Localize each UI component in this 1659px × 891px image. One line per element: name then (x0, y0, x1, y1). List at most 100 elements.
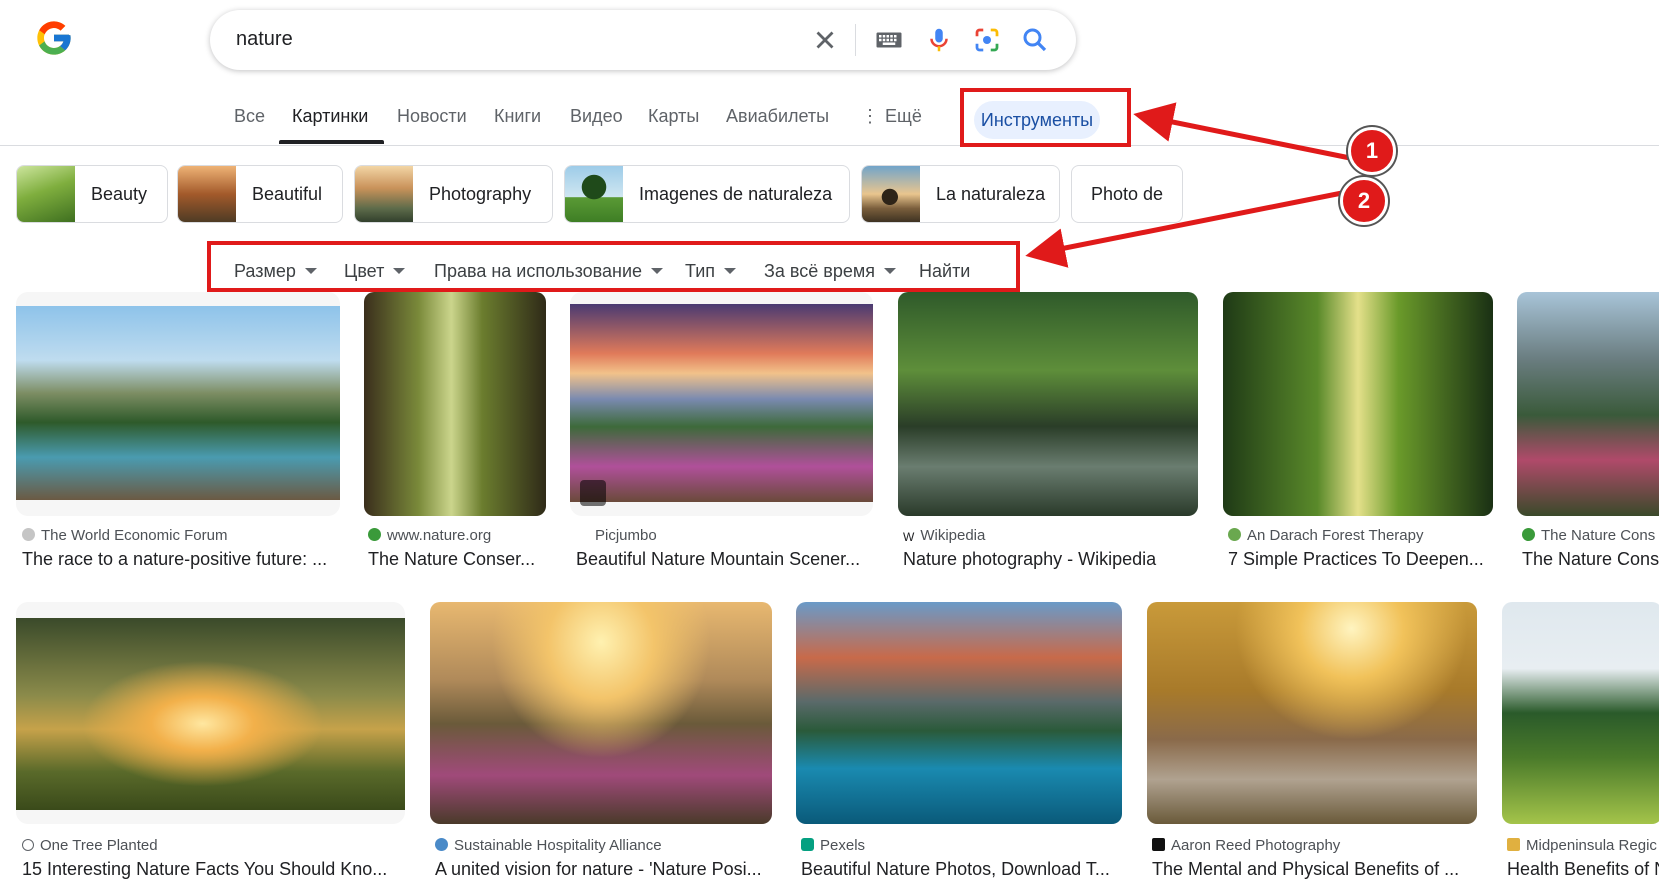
favicon-icon (1228, 528, 1241, 541)
result-source-label: The Nature Cons (1541, 527, 1656, 544)
result-image-5[interactable] (1223, 292, 1493, 516)
image-type-badge-icon (580, 480, 606, 506)
result-source[interactable]: Pexels (801, 837, 1126, 854)
result-source-label: The World Economic Forum (41, 527, 228, 544)
favicon-icon (368, 528, 381, 541)
result-source[interactable]: The World Economic Forum (22, 527, 342, 544)
result-image-3[interactable] (570, 292, 873, 516)
search-box[interactable]: nature (210, 10, 1076, 70)
clear-icon[interactable] (810, 25, 840, 55)
result-image-9[interactable] (796, 602, 1122, 824)
chip-imagenes-de-naturaleza[interactable]: Imagenes de naturaleza (564, 165, 850, 223)
wikipedia-w-icon: W (903, 530, 915, 544)
chip-label: La naturaleza (936, 183, 1046, 204)
chip-beautiful[interactable]: Beautiful (177, 165, 343, 223)
result-image-10[interactable] (1147, 602, 1477, 824)
result-title[interactable]: The Nature Cons (1522, 549, 1659, 570)
result-source[interactable]: An Darach Forest Therapy (1228, 527, 1498, 544)
favicon-icon (22, 839, 34, 851)
tab-flights[interactable]: Авиабилеты (726, 106, 829, 127)
result-title[interactable]: 7 Simple Practices To Deepen... (1228, 549, 1498, 570)
result-source-label: Picjumbo (595, 527, 657, 544)
result-title[interactable]: A united vision for nature - 'Nature Pos… (435, 859, 775, 880)
result-title[interactable]: 15 Interesting Nature Facts You Should K… (22, 859, 402, 880)
result-image-4[interactable] (898, 292, 1198, 516)
chip-thumbnail (355, 166, 413, 222)
active-tab-indicator (279, 140, 384, 144)
result-title[interactable]: Health Benefits of N (1507, 859, 1659, 880)
favicon-icon (1152, 838, 1165, 851)
arrow-to-tools (1133, 102, 1351, 161)
result-source[interactable]: The Nature Cons (1522, 527, 1659, 544)
result-source-label: One Tree Planted (40, 837, 158, 854)
tab-maps[interactable]: Карты (648, 106, 699, 127)
result-source[interactable]: Aaron Reed Photography (1152, 837, 1482, 854)
result-source-label: An Darach Forest Therapy (1247, 527, 1424, 544)
image-tree-sunset (16, 618, 405, 810)
tab-more[interactable]: ⋮ Ещё (861, 106, 922, 127)
chip-beauty[interactable]: Beauty (16, 165, 168, 223)
favicon-icon (22, 528, 35, 541)
chip-label: Imagenes de naturaleza (639, 183, 833, 204)
tab-video[interactable]: Видео (570, 106, 623, 127)
annotation-box-tools (960, 88, 1131, 147)
search-icon[interactable] (1020, 25, 1050, 55)
more-vert-icon: ⋮ (861, 106, 879, 126)
image-flower-valley (570, 304, 873, 502)
result-source-label: Aaron Reed Photography (1171, 837, 1341, 854)
result-source[interactable]: Sustainable Hospitality Alliance (435, 837, 775, 854)
search-input[interactable]: nature (236, 28, 293, 51)
chip-photography[interactable]: Photography (354, 165, 553, 223)
chip-thumbnail (178, 166, 236, 222)
tab-books[interactable]: Книги (494, 106, 541, 127)
result-image-11[interactable] (1502, 602, 1659, 824)
result-title[interactable]: The race to a nature-positive future: ..… (22, 549, 342, 570)
search-divider (855, 24, 856, 56)
favicon-icon (801, 838, 814, 851)
chip-thumbnail (17, 166, 75, 222)
result-image-8[interactable] (430, 602, 772, 824)
chip-label: Beauty (91, 183, 148, 204)
favicon-icon (435, 838, 448, 851)
callout-badge-2: 2 (1340, 177, 1388, 225)
lens-icon[interactable] (972, 25, 1002, 55)
annotation-box-filters (207, 241, 1020, 292)
chip-label: Photo de (1091, 183, 1164, 204)
chip-thumbnail (565, 166, 623, 222)
tabs-divider (0, 145, 1659, 146)
chip-la-naturaleza[interactable]: La naturaleza (861, 165, 1060, 223)
favicon-icon (1522, 528, 1535, 541)
result-title[interactable]: The Mental and Physical Benefits of ... (1152, 859, 1482, 880)
tab-all[interactable]: Все (234, 106, 265, 127)
keyboard-icon[interactable] (874, 25, 904, 55)
result-image-7[interactable] (16, 602, 405, 824)
result-source[interactable]: One Tree Planted (22, 837, 402, 854)
tab-images[interactable]: Картинки (292, 106, 368, 127)
result-source-label: Sustainable Hospitality Alliance (454, 837, 662, 854)
image-mountain-river (16, 306, 340, 500)
tab-more-label: Ещё (885, 106, 922, 126)
result-source[interactable]: Midpeninsula Regic (1507, 837, 1659, 854)
result-source-label: www.nature.org (387, 527, 492, 544)
chip-thumbnail (862, 166, 920, 222)
google-logo[interactable] (34, 18, 74, 58)
result-source[interactable]: www.nature.org (368, 527, 548, 544)
tab-news[interactable]: Новости (397, 106, 467, 127)
chip-label: Photography (429, 183, 532, 204)
result-image-1[interactable] (16, 292, 340, 516)
favicon-icon (576, 528, 589, 541)
result-image-6[interactable] (1517, 292, 1659, 516)
result-title[interactable]: The Nature Conser... (368, 549, 548, 570)
result-source[interactable]: Picjumbo (576, 527, 876, 544)
result-title[interactable]: Beautiful Nature Mountain Scener... (576, 549, 876, 570)
result-image-2[interactable] (364, 292, 546, 516)
result-title[interactable]: Nature photography - Wikipedia (903, 549, 1203, 570)
favicon-icon (1507, 838, 1520, 851)
result-source-label: Midpeninsula Regic (1526, 837, 1657, 854)
result-source[interactable]: W Wikipedia (903, 527, 1203, 544)
chip-photo-de[interactable]: Photo de (1071, 165, 1183, 223)
callout-badge-1: 1 (1348, 127, 1396, 175)
microphone-icon[interactable] (924, 25, 954, 55)
result-title[interactable]: Beautiful Nature Photos, Download T... (801, 859, 1126, 880)
result-source-label: Wikipedia (920, 527, 986, 544)
